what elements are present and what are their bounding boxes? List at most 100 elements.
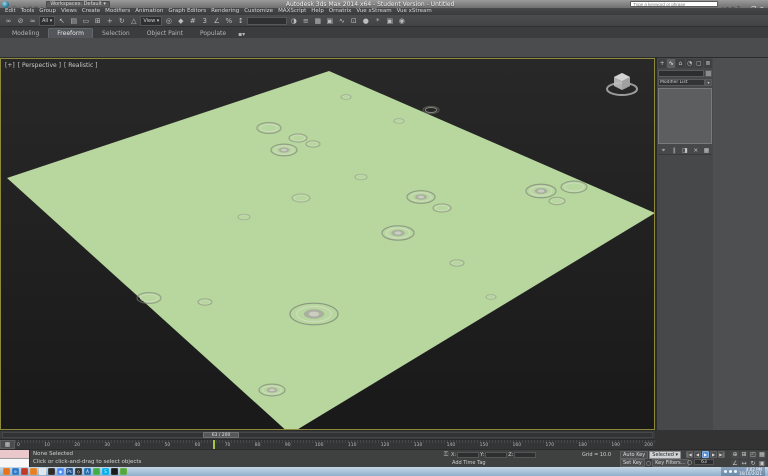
menu-item[interactable]: MAXScript: [278, 8, 306, 15]
play-animation-button[interactable]: ▶: [702, 451, 709, 458]
select-and-manipulate-icon[interactable]: ◆: [175, 16, 186, 26]
remove-modifier-button[interactable]: ×: [691, 146, 700, 154]
modifier-list-arrow-icon[interactable]: ▾: [705, 79, 712, 86]
ribbon-tab[interactable]: Selection: [94, 29, 138, 38]
viewport-general-menu[interactable]: [+]: [5, 62, 15, 69]
menu-item[interactable]: Vue xStream: [356, 8, 391, 15]
taskbar-app-folder-dark[interactable]: [48, 468, 55, 475]
listener-pane[interactable]: [0, 459, 29, 467]
zoom-extents-icon[interactable]: ◰: [749, 451, 757, 459]
add-time-tag-button[interactable]: Add Time Tag: [442, 460, 486, 466]
menu-item[interactable]: Group: [39, 8, 56, 15]
percent-snap-icon[interactable]: %: [223, 16, 234, 26]
coordinate-field[interactable]: [514, 452, 536, 458]
zoom-icon[interactable]: ⊕: [731, 451, 739, 459]
ribbon-tab[interactable]: Modeling: [4, 29, 47, 38]
taskbar-app-autodesk[interactable]: A: [84, 468, 91, 475]
select-by-name-icon[interactable]: ▤: [68, 16, 79, 26]
object-color-swatch[interactable]: [705, 70, 712, 77]
align-icon[interactable]: ≡: [300, 16, 311, 26]
viewport-shading-menu[interactable]: [ Realistic ]: [64, 62, 98, 69]
taskbar-app-orange[interactable]: [30, 468, 37, 475]
menu-item[interactable]: Modifiers: [105, 8, 130, 15]
taskbar-app-internet-explorer[interactable]: e: [12, 468, 19, 475]
next-frame-button[interactable]: ▶: [710, 451, 717, 458]
command-tab-create[interactable]: +: [658, 59, 666, 68]
select-and-scale-icon[interactable]: △: [128, 16, 139, 26]
render-setup-icon[interactable]: *: [372, 16, 383, 26]
app-menu-logo-icon[interactable]: [2, 1, 9, 8]
menu-item[interactable]: Edit: [5, 8, 16, 15]
infocenter-search-input[interactable]: [630, 1, 718, 7]
key-selection-dropdown[interactable]: Selected ▾: [649, 451, 681, 459]
curve-editor-icon[interactable]: ∿: [336, 16, 347, 26]
set-keys-icon[interactable]: ○: [646, 460, 651, 467]
menu-item[interactable]: Views: [61, 8, 77, 15]
select-and-link-icon[interactable]: ∞: [3, 16, 14, 26]
menu-item[interactable]: Help: [311, 8, 324, 15]
mini-curve-editor-button[interactable]: ▦: [0, 440, 15, 449]
menu-item[interactable]: Customize: [244, 8, 273, 15]
view-cube[interactable]: [604, 67, 640, 101]
use-pivot-center-icon[interactable]: ◎: [163, 16, 174, 26]
menu-item[interactable]: Animation: [135, 8, 163, 15]
rendered-frame-window-icon[interactable]: ▣: [384, 16, 395, 26]
select-and-rotate-icon[interactable]: ↻: [116, 16, 127, 26]
command-tab-motion[interactable]: ◔: [686, 59, 694, 68]
show-end-result-button[interactable]: ∥: [670, 146, 679, 154]
menu-item[interactable]: Ornatrix: [329, 8, 352, 15]
taskbar-clock[interactable]: 4:02 PM 16/10/2021: [739, 468, 762, 476]
spinner-snap-icon[interactable]: ↕: [235, 16, 246, 26]
go-to-start-button[interactable]: |◀: [686, 451, 693, 458]
key-mode-toggle-icon[interactable]: ○: [686, 459, 693, 466]
tray-icon[interactable]: [729, 470, 732, 473]
taskbar-app-red[interactable]: [21, 468, 28, 475]
menu-item[interactable]: Graph Editors: [168, 8, 206, 15]
workspace-dropdown[interactable]: Workspaces: Default ▾: [46, 1, 110, 8]
render-production-icon[interactable]: ◉: [396, 16, 407, 26]
command-tab-hierarchy[interactable]: ⌂: [676, 59, 684, 68]
bind-to-space-warp-icon[interactable]: ≈: [27, 16, 38, 26]
tray-icon[interactable]: [734, 470, 737, 473]
time-slider-handle[interactable]: 63 / 200: [203, 432, 239, 438]
coordinate-field[interactable]: [485, 452, 507, 458]
ribbon-tab[interactable]: Populate: [192, 29, 234, 38]
taskbar-app-photoshop[interactable]: Ps: [66, 468, 73, 475]
water-plane[interactable]: [7, 71, 655, 430]
previous-frame-button[interactable]: ◀: [694, 451, 701, 458]
track-bar-ruler[interactable]: 0102030405060708090100110120130140150160…: [15, 440, 655, 449]
taskbar-app-firefox[interactable]: [3, 468, 10, 475]
macro-recorder-pane[interactable]: [0, 450, 29, 459]
configure-modifier-sets-button[interactable]: ▦: [702, 146, 711, 154]
schematic-view-icon[interactable]: ⊡: [348, 16, 359, 26]
tray-icon[interactable]: [724, 470, 727, 473]
menu-item[interactable]: Vue xStream: [397, 8, 432, 15]
maxscript-mini-listener[interactable]: [0, 450, 30, 467]
unlink-selection-icon[interactable]: ⊘: [15, 16, 26, 26]
snaps-toggle-icon[interactable]: 3: [199, 16, 210, 26]
taskbar-app-notepad[interactable]: [39, 468, 46, 475]
select-and-move-icon[interactable]: +: [104, 16, 115, 26]
modifier-list-dropdown[interactable]: Modifier List: [658, 79, 705, 86]
pin-stack-button[interactable]: ⌖: [659, 146, 668, 154]
object-name-field[interactable]: [658, 70, 704, 77]
angle-snap-icon[interactable]: ∠: [211, 16, 222, 26]
zoom-extents-all-icon[interactable]: ▦: [758, 451, 766, 459]
make-unique-button[interactable]: ◨: [681, 146, 690, 154]
zoom-all-icon[interactable]: ⊞: [740, 451, 748, 459]
select-object-icon[interactable]: ↖: [56, 16, 67, 26]
command-tab-modify[interactable]: ∿: [667, 59, 675, 68]
coordinate-field[interactable]: [457, 452, 479, 458]
taskbar-app-chrome[interactable]: ◉: [57, 468, 64, 475]
auto-key-button[interactable]: Auto Key: [620, 451, 648, 459]
taskbar-app-green[interactable]: [93, 468, 100, 475]
layer-manager-icon[interactable]: ▦: [312, 16, 323, 26]
command-tab-utilities[interactable]: ≣: [704, 59, 712, 68]
menu-item[interactable]: Rendering: [211, 8, 239, 15]
keyboard-override-icon[interactable]: #: [187, 16, 198, 26]
ribbon-tab[interactable]: Object Paint: [139, 29, 191, 38]
ribbon-tab[interactable]: Freeform: [48, 28, 93, 38]
mirror-icon[interactable]: ◑: [288, 16, 299, 26]
taskbar-app-unity[interactable]: ◇: [75, 468, 82, 475]
current-frame-field[interactable]: 63: [694, 459, 714, 465]
